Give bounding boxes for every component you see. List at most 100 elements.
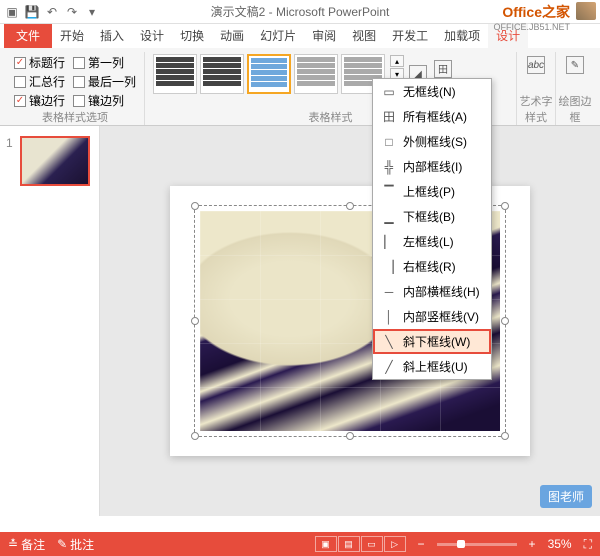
- borders-dropdown: ▭无框线(N) 田所有框线(A) □外侧框线(S) ╬内部框线(I) ▔上框线(…: [372, 78, 492, 380]
- border-left-icon: ▏: [381, 234, 397, 250]
- border-inside-icon: ╬: [381, 159, 397, 175]
- user-avatar[interactable]: [576, 2, 596, 20]
- border-outside-icon: □: [381, 134, 397, 150]
- wordart-icon: abc: [527, 56, 545, 74]
- notes-button[interactable]: ≛ 备注: [8, 536, 45, 553]
- slide-panel: 1: [0, 126, 100, 516]
- tab-animation[interactable]: 动画: [212, 23, 252, 48]
- border-left[interactable]: ▏左框线(L): [373, 229, 491, 254]
- border-top[interactable]: ▔上框线(P): [373, 179, 491, 204]
- checkbox-icon: [14, 76, 26, 88]
- ribbon: 标题行 第一列 汇总行 最后一列 镶边行 镶边列 表格样式选项 ▴ ▾ ≡ ◢ …: [0, 48, 600, 126]
- border-inside-v-icon: │: [381, 309, 397, 325]
- slide-thumbnail-1[interactable]: [20, 136, 90, 186]
- zoom-out-button[interactable]: −: [418, 537, 425, 551]
- border-bottom[interactable]: ▁下框线(B): [373, 204, 491, 229]
- border-inside-h-icon: ─: [381, 284, 397, 300]
- checkbox-icon: [14, 95, 26, 107]
- resize-handle[interactable]: [191, 202, 199, 210]
- app-icon: ▣: [4, 4, 20, 20]
- resize-handle[interactable]: [346, 202, 354, 210]
- tab-file[interactable]: 文件: [4, 23, 52, 48]
- watermark: 图老师: [540, 485, 592, 508]
- view-slideshow-icon[interactable]: ▷: [384, 536, 406, 552]
- checkbox-icon: [73, 76, 85, 88]
- opt-banded-row[interactable]: 镶边行: [14, 92, 65, 109]
- slide-canvas[interactable]: [100, 126, 600, 516]
- checkbox-icon: [14, 57, 26, 69]
- opt-header-row[interactable]: 标题行: [14, 54, 65, 71]
- tab-review[interactable]: 审阅: [304, 23, 344, 48]
- pen-icon: ✎: [566, 56, 584, 74]
- draw-border-button[interactable]: ✎: [564, 54, 586, 76]
- tab-insert[interactable]: 插入: [92, 23, 132, 48]
- resize-handle[interactable]: [501, 202, 509, 210]
- border-inside-v[interactable]: │内部竖框线(V): [373, 304, 491, 329]
- group-label: 表格样式选项: [6, 109, 144, 125]
- border-right[interactable]: ▕右框线(R): [373, 254, 491, 279]
- border-none-icon: ▭: [381, 84, 397, 100]
- save-icon[interactable]: 💾: [24, 4, 40, 20]
- zoom-in-button[interactable]: +: [529, 537, 536, 551]
- window-title: 演示文稿2 - Microsoft PowerPoint: [211, 3, 390, 20]
- opt-last-col[interactable]: 最后一列: [73, 73, 136, 90]
- resize-handle[interactable]: [501, 317, 509, 325]
- border-diag-down-icon: ╲: [381, 334, 397, 350]
- checkbox-icon: [73, 57, 85, 69]
- fit-window-icon[interactable]: ⛶: [584, 537, 592, 552]
- table-style-4[interactable]: [294, 54, 338, 94]
- tab-developer[interactable]: 开发工: [384, 23, 436, 48]
- wordart-button[interactable]: abc: [525, 54, 547, 76]
- border-diag-down[interactable]: ╲斜下框线(W): [373, 329, 491, 354]
- border-inside-h[interactable]: ─内部横框线(H): [373, 279, 491, 304]
- slide-number: 1: [6, 136, 13, 150]
- group-wordart: abc 艺术字样式: [517, 52, 556, 125]
- opt-total-row[interactable]: 汇总行: [14, 73, 65, 90]
- border-icon: 田: [434, 60, 452, 78]
- border-all-icon: 田: [381, 109, 397, 125]
- border-outside[interactable]: □外侧框线(S): [373, 129, 491, 154]
- border-inside[interactable]: ╬内部框线(I): [373, 154, 491, 179]
- view-reading-icon[interactable]: ▭: [361, 536, 383, 552]
- view-sorter-icon[interactable]: ▤: [338, 536, 360, 552]
- status-bar: ≛ 备注 ✎ 批注 ▣ ▤ ▭ ▷ − + 35% ⛶: [0, 532, 600, 556]
- opt-first-col[interactable]: 第一列: [73, 54, 136, 71]
- group-label: 艺术字样式: [517, 93, 555, 125]
- border-right-icon: ▕: [381, 259, 397, 275]
- zoom-slider[interactable]: [437, 543, 517, 546]
- border-diag-up-icon: ╱: [381, 359, 397, 375]
- zoom-level[interactable]: 35%: [548, 537, 572, 551]
- table-style-1[interactable]: [153, 54, 197, 94]
- group-label: 绘图边框: [556, 93, 594, 125]
- border-none[interactable]: ▭无框线(N): [373, 79, 491, 104]
- comments-button[interactable]: ✎ 批注: [57, 536, 94, 553]
- resize-handle[interactable]: [346, 432, 354, 440]
- qat-more-icon[interactable]: ▾: [84, 4, 100, 20]
- opt-banded-col[interactable]: 镶边列: [73, 92, 136, 109]
- resize-handle[interactable]: [501, 432, 509, 440]
- border-all[interactable]: 田所有框线(A): [373, 104, 491, 129]
- branding: Office之家 OFFICE.JB51.NET: [493, 2, 570, 32]
- tab-design[interactable]: 设计: [132, 23, 172, 48]
- tab-addin[interactable]: 加载项: [436, 23, 488, 48]
- brand-logo: Office之家: [493, 2, 570, 22]
- table-style-2[interactable]: [200, 54, 244, 94]
- styles-up-icon[interactable]: ▴: [390, 55, 404, 67]
- resize-handle[interactable]: [191, 432, 199, 440]
- brand-url: OFFICE.JB51.NET: [493, 22, 570, 32]
- redo-icon[interactable]: ↷: [64, 4, 80, 20]
- border-top-icon: ▔: [381, 184, 397, 200]
- border-bottom-icon: ▁: [381, 209, 397, 225]
- tab-start[interactable]: 开始: [52, 23, 92, 48]
- border-diag-up[interactable]: ╱斜上框线(U): [373, 354, 491, 379]
- undo-icon[interactable]: ↶: [44, 4, 60, 20]
- resize-handle[interactable]: [191, 317, 199, 325]
- checkbox-icon: [73, 95, 85, 107]
- tab-slideshow[interactable]: 幻灯片: [252, 23, 304, 48]
- tab-view[interactable]: 视图: [344, 23, 384, 48]
- tab-transition[interactable]: 切换: [172, 23, 212, 48]
- group-table-options: 标题行 第一列 汇总行 最后一列 镶边行 镶边列 表格样式选项: [6, 52, 145, 125]
- group-draw-border: ✎ 绘图边框: [556, 52, 594, 125]
- view-normal-icon[interactable]: ▣: [315, 536, 337, 552]
- table-style-3[interactable]: [247, 54, 291, 94]
